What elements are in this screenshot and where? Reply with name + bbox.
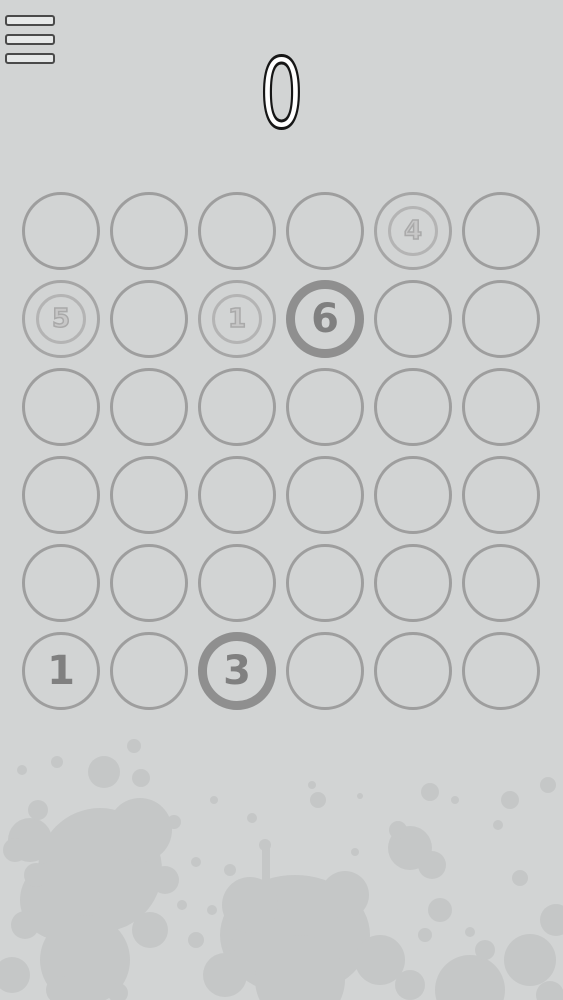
grid-cell-empty[interactable] <box>286 368 364 446</box>
grid-cell-empty[interactable] <box>110 192 188 270</box>
grid-cell-empty[interactable] <box>110 368 188 446</box>
cell-number: 6 <box>311 296 339 342</box>
grid-cell-empty[interactable] <box>22 368 100 446</box>
game-board: 4 5 1 6 1 3 <box>22 192 542 712</box>
grid-cell-empty[interactable] <box>198 544 276 622</box>
grid-cell-number[interactable]: 6 <box>286 280 364 358</box>
grid-cell-empty[interactable] <box>462 192 540 270</box>
grid-cell-number[interactable]: 4 <box>374 192 452 270</box>
grid-cell-empty[interactable] <box>110 544 188 622</box>
grid-cell-empty[interactable] <box>286 632 364 710</box>
grid-cell-empty[interactable] <box>286 544 364 622</box>
grid-cell-number[interactable]: 1 <box>198 280 276 358</box>
grid-cell-empty[interactable] <box>462 456 540 534</box>
cell-number: 3 <box>223 648 251 694</box>
cell-number: 1 <box>227 304 247 334</box>
grid-cell-empty[interactable] <box>22 544 100 622</box>
grid-cell-empty[interactable] <box>462 368 540 446</box>
grid-cell-empty[interactable] <box>198 368 276 446</box>
grid-cell-empty[interactable] <box>286 456 364 534</box>
grid-cell-empty[interactable] <box>374 544 452 622</box>
grid-cell-empty[interactable] <box>110 632 188 710</box>
grid-cell-empty[interactable] <box>110 456 188 534</box>
grid-cell-empty[interactable] <box>286 192 364 270</box>
grid-cell-empty[interactable] <box>22 192 100 270</box>
inner-ring: 5 <box>36 294 86 344</box>
cell-number: 5 <box>51 304 71 334</box>
grid-cell-empty[interactable] <box>110 280 188 358</box>
grid-cell-empty[interactable] <box>374 368 452 446</box>
cell-number: 1 <box>47 648 75 694</box>
grid-cell-empty[interactable] <box>22 456 100 534</box>
grid-cell-empty[interactable] <box>198 192 276 270</box>
grid-cell-empty[interactable] <box>462 544 540 622</box>
cell-number: 4 <box>403 216 423 246</box>
inner-ring: 4 <box>388 206 438 256</box>
grid-cell-empty[interactable] <box>462 280 540 358</box>
grid-cell-number[interactable]: 1 <box>22 632 100 710</box>
grid-cell-number[interactable]: 3 <box>198 632 276 710</box>
menu-button[interactable] <box>4 15 58 67</box>
inner-ring: 1 <box>212 294 262 344</box>
grid-cell-empty[interactable] <box>374 280 452 358</box>
grid-cell-empty[interactable] <box>374 632 452 710</box>
grid-cell-empty[interactable] <box>374 456 452 534</box>
grid-cell-number[interactable]: 5 <box>22 280 100 358</box>
grid-cell-empty[interactable] <box>198 456 276 534</box>
grid-cell-empty[interactable] <box>462 632 540 710</box>
score-display: 0 <box>258 38 304 150</box>
